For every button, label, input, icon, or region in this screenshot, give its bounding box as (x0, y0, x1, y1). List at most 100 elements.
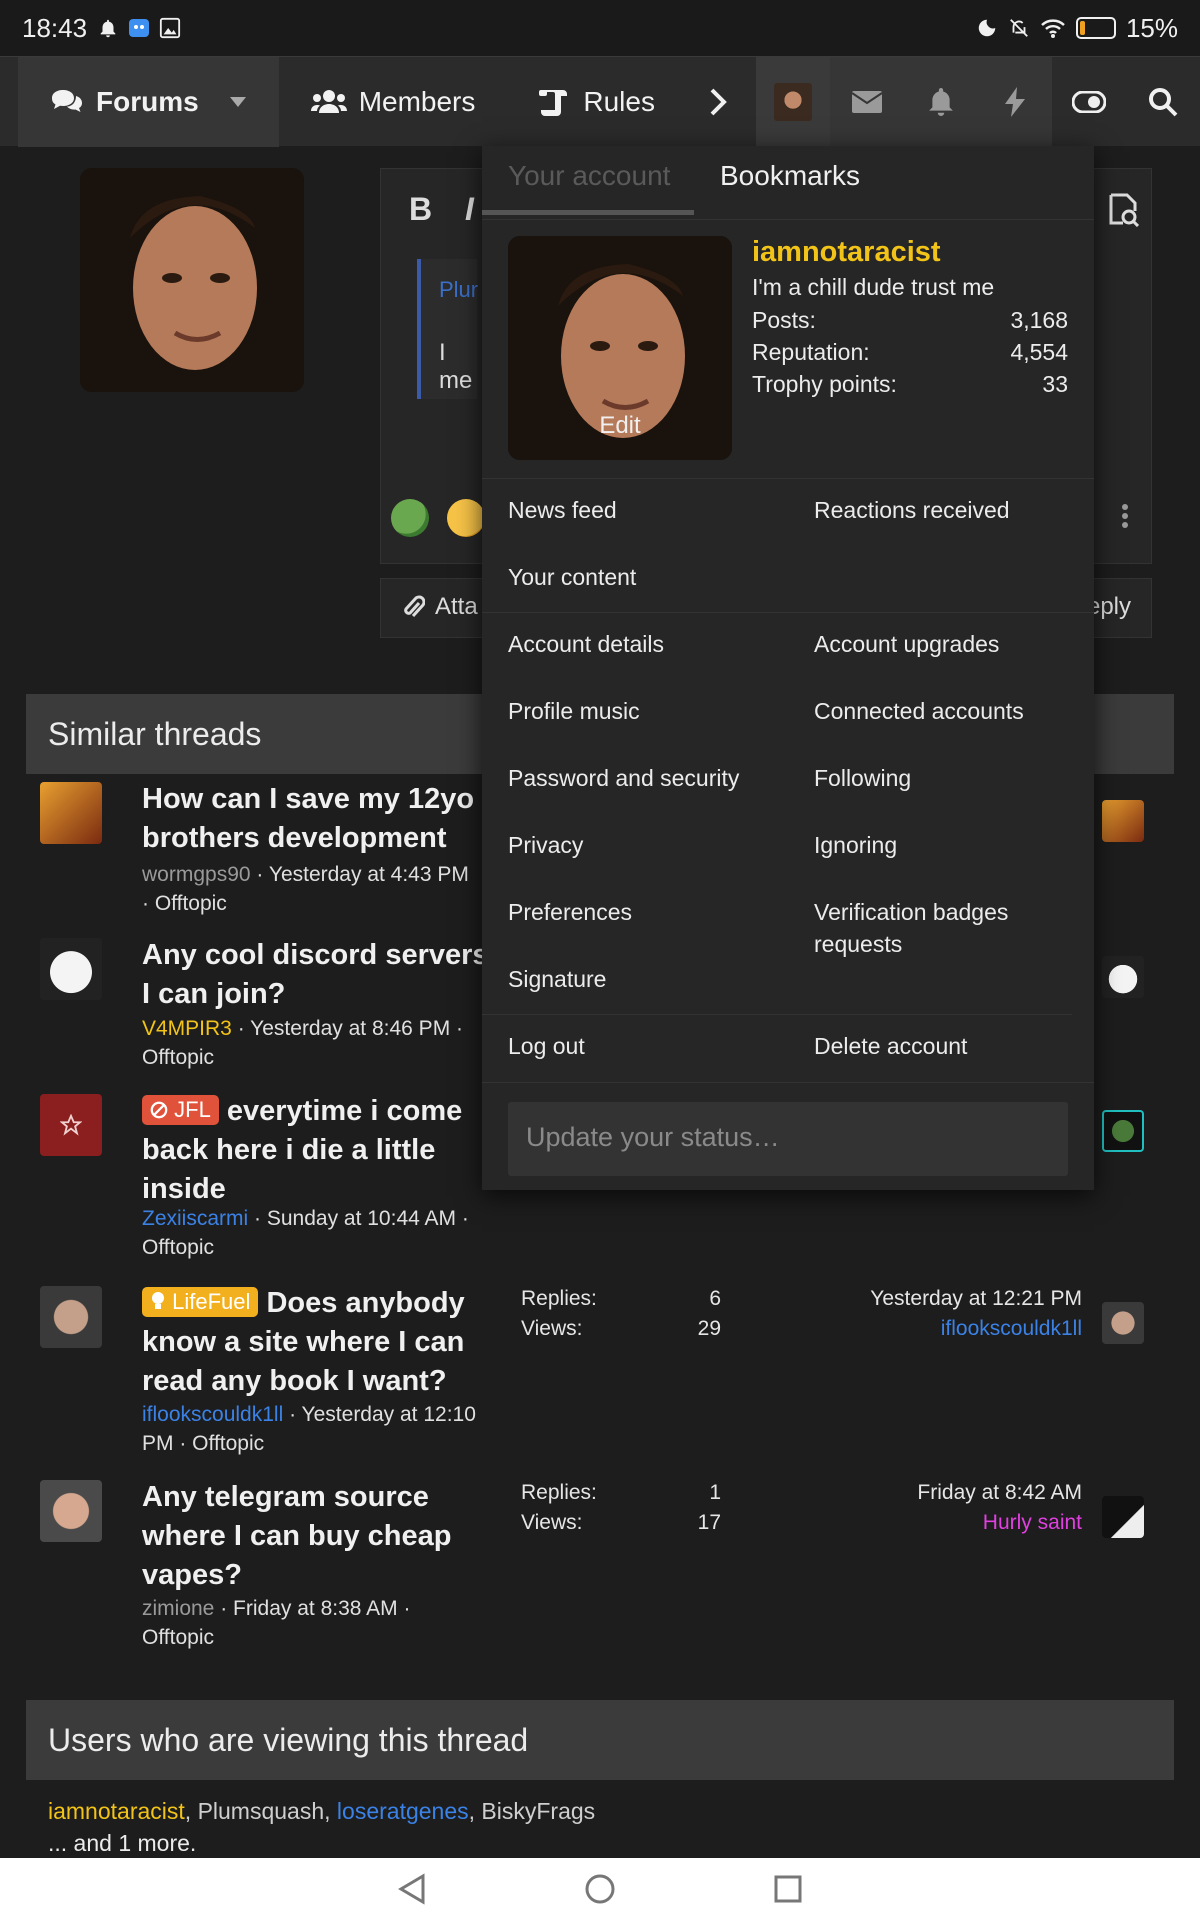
search-icon (1149, 88, 1178, 117)
divider (482, 1082, 1094, 1083)
thread-title[interactable]: How can I save my 12yo brothers developm… (142, 780, 492, 858)
link-connected-accounts[interactable]: Connected accounts (814, 695, 1024, 727)
link-signature[interactable]: Signature (508, 963, 606, 995)
style-toggle-button[interactable] (1052, 57, 1126, 147)
home-button[interactable] (550, 1864, 650, 1914)
last-poster[interactable]: Hurly saint (802, 1508, 1082, 1538)
stat-reputation: Reputation: 4,554 (752, 336, 1068, 368)
last-post-date[interactable]: Yesterday at 12:21 PM (802, 1284, 1082, 1314)
prefix-label: JFL (174, 1097, 211, 1122)
thread-author[interactable]: zimione (142, 1597, 214, 1620)
replies-count: 1 (709, 1481, 721, 1504)
thread-avatar[interactable] (40, 938, 102, 1000)
top-nav: Forums Members Rules (0, 56, 1200, 147)
thread-avatar[interactable] (40, 782, 102, 844)
thread-forum[interactable]: Offtopic (142, 1046, 214, 1069)
profile-avatar[interactable] (80, 168, 304, 392)
username[interactable]: iamnotaracist (752, 234, 1068, 270)
nav-tab-label: Members (358, 86, 476, 117)
last-poster[interactable]: iflookscouldk1ll (802, 1314, 1082, 1344)
system-nav-bar (0, 1858, 1200, 1920)
link-verification-badges[interactable]: Verification badges requests (814, 896, 1054, 960)
attach-label: Atta (435, 593, 478, 620)
link-reactions-received[interactable]: Reactions received (814, 494, 1010, 526)
thread-title[interactable]: Any telegram source where I can buy chea… (142, 1478, 492, 1595)
nav-tab-members[interactable]: Members (279, 57, 508, 147)
thread-forum[interactable]: Offtopic (142, 1236, 214, 1259)
link-profile-music[interactable]: Profile music (508, 695, 640, 727)
alerts-button[interactable] (904, 57, 978, 147)
status-input[interactable]: Update your status… (508, 1102, 1068, 1176)
thread-meta: wormgps90 · Yesterday at 4:43 PM · Offtop… (142, 863, 469, 915)
views-label: Views: (521, 1511, 583, 1534)
heading-text: Similar threads (48, 715, 262, 752)
last-poster-avatar[interactable] (1102, 1496, 1144, 1538)
nav-tab-forums[interactable]: Forums (18, 57, 279, 147)
wifi-icon (1041, 19, 1065, 38)
viewer-name[interactable]: BiskyFrags (481, 1798, 595, 1824)
thread-title[interactable]: JFL everytime i come back here i die a l… (142, 1092, 492, 1209)
link-your-content[interactable]: Your content (508, 561, 636, 593)
status-bar: 18:43 15% (0, 0, 1200, 56)
link-log-out[interactable]: Log out (508, 1030, 585, 1062)
viewer-name[interactable]: iamnotaracist (48, 1798, 185, 1824)
smile-emoji[interactable] (447, 499, 485, 537)
link-following[interactable]: Following (814, 762, 911, 794)
tab-your-account[interactable]: Your account (508, 160, 670, 192)
link-news-feed[interactable]: News feed (508, 494, 617, 526)
last-poster-avatar[interactable] (1102, 1110, 1144, 1152)
link-delete-account[interactable]: Delete account (814, 1030, 967, 1062)
recents-button[interactable] (738, 1864, 838, 1914)
star-icon (60, 1114, 82, 1136)
thread-row[interactable]: LifeFuel Does anybody know a site where … (26, 1284, 1174, 1464)
chevron-right-icon (710, 88, 727, 116)
link-account-details[interactable]: Account details (508, 628, 664, 660)
attach-files-button[interactable]: Atta (401, 593, 478, 621)
replies-label: Replies: (521, 1481, 597, 1504)
thread-avatar[interactable] (40, 1480, 102, 1542)
caret-down-icon[interactable] (229, 96, 247, 108)
thread-latest: Yesterday at 12:21 PM iflookscouldk1ll (802, 1284, 1082, 1344)
thread-author[interactable]: iflookscouldk1ll (142, 1403, 283, 1426)
conversations-button[interactable] (830, 57, 904, 147)
thread-author[interactable]: Zexiiscarmi (142, 1207, 248, 1230)
link-password-security[interactable]: Password and security (508, 762, 739, 794)
link-preferences[interactable]: Preferences (508, 896, 632, 928)
bold-button[interactable]: B (409, 191, 432, 228)
thread-author[interactable]: V4MPIR3 (142, 1017, 232, 1040)
last-poster-avatar[interactable] (1102, 1302, 1144, 1344)
thread-forum[interactable]: Offtopic (155, 892, 227, 915)
pepe-emoji[interactable] (391, 499, 429, 537)
stat-trophy-points: Trophy points: 33 (752, 368, 1068, 400)
thread-title[interactable]: LifeFuel Does anybody know a site where … (142, 1284, 492, 1401)
thread-avatar[interactable] (40, 1286, 102, 1348)
account-avatar[interactable]: Edit (508, 236, 732, 460)
link-ignoring[interactable]: Ignoring (814, 829, 897, 861)
thread-avatar[interactable] (40, 1094, 102, 1156)
account-menu-button[interactable] (756, 57, 830, 147)
active-tab-indicator (482, 210, 694, 215)
last-post-date[interactable]: Friday at 8:42 AM (802, 1478, 1082, 1508)
last-poster-avatar[interactable] (1102, 800, 1144, 842)
thread-title[interactable]: Any cool discord servers I can join? (142, 936, 492, 1014)
thread-author[interactable]: wormgps90 (142, 863, 251, 886)
link-privacy[interactable]: Privacy (508, 829, 583, 861)
link-account-upgrades[interactable]: Account upgrades (814, 628, 999, 660)
scroll-right-button[interactable] (682, 57, 756, 147)
back-button[interactable] (362, 1864, 462, 1914)
nav-tab-rules[interactable]: Rules (507, 57, 687, 147)
thread-forum[interactable]: Offtopic (142, 1626, 214, 1649)
preview-icon[interactable] (1109, 193, 1139, 227)
viewer-name[interactable]: Plumsquash (198, 1798, 325, 1824)
edit-avatar-link[interactable]: Edit (508, 412, 732, 440)
more-vertical-icon[interactable] (1121, 503, 1129, 529)
thread-row[interactable]: Any telegram source where I can buy chea… (26, 1478, 1174, 1658)
tab-bookmarks[interactable]: Bookmarks (720, 160, 860, 192)
last-poster-avatar[interactable] (1102, 956, 1144, 998)
italic-button[interactable]: I (465, 191, 474, 228)
whats-new-button[interactable] (978, 57, 1052, 147)
image-icon (159, 17, 181, 39)
viewer-name[interactable]: loseratgenes (337, 1798, 469, 1824)
search-button[interactable] (1126, 57, 1200, 147)
thread-forum[interactable]: Offtopic (192, 1432, 264, 1455)
